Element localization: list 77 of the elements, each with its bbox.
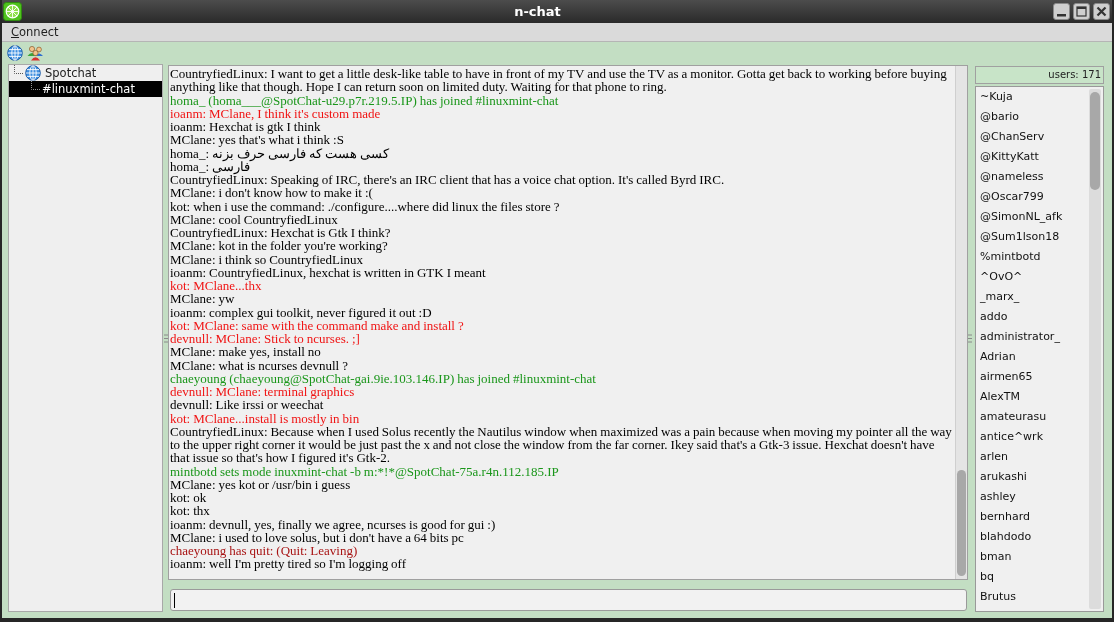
chat-message: devnull: Like irssi or weechat bbox=[170, 398, 324, 412]
user-list-item[interactable]: _marx_ bbox=[980, 287, 1020, 307]
chat-message: homa_ (homa___@SpotChat-u29.p7r.219.5.IP) has joined #linuxmint-chat bbox=[170, 93, 560, 107]
chat-message: kot: ok bbox=[170, 491, 208, 505]
chat-message: MClane: yes kot or /usr/bin i guess bbox=[170, 477, 352, 491]
user-list-item[interactable]: arukashi bbox=[980, 467, 1027, 487]
chat-message: kot: when i use the command: ./configure....where did linux the files store ? bbox=[170, 199, 561, 213]
user-list-item[interactable]: ^OvO^ bbox=[980, 267, 1023, 287]
user-list-item[interactable]: @ChanServ bbox=[980, 127, 1045, 147]
user-list-item[interactable]: bq bbox=[980, 567, 994, 587]
chat-message: mintbotd sets mode inuxmint-chat -b m:*!*@SpotChat-75a.r4n.112.185.IP bbox=[170, 464, 560, 478]
tree-item[interactable]: #linuxmint-chat bbox=[9, 81, 162, 97]
user-count-header: users: 171 bbox=[975, 66, 1104, 84]
menu-item[interactable]: Connect bbox=[9, 25, 61, 39]
globe-icon bbox=[25, 65, 41, 81]
user-list-item[interactable]: addo bbox=[980, 307, 1008, 327]
tree-item[interactable]: Spotchat bbox=[14, 65, 97, 81]
message-input-field[interactable] bbox=[170, 589, 967, 611]
chat-message: MClane: i think so CountryfiedLinux bbox=[170, 252, 364, 266]
chat-message: devnull: MClane: terminal graphics bbox=[170, 385, 355, 399]
chat-message: kot: MClane...install is mostly in bin bbox=[170, 411, 361, 425]
maximize-icon bbox=[1073, 3, 1090, 20]
user-list-item[interactable]: Brutus bbox=[980, 587, 1017, 607]
splitter-grip-icon[interactable] bbox=[968, 333, 972, 343]
user-list-item[interactable]: antice^wrk bbox=[980, 427, 1043, 447]
user-list-item[interactable]: airmen65 bbox=[980, 367, 1033, 387]
chat-message: MClane: what is ncurses devnull ? bbox=[170, 358, 349, 372]
chat-message: ioanm: well I'm pretty tired so I'm logging off bbox=[170, 557, 407, 571]
text-cursor-icon bbox=[174, 592, 175, 608]
scrollbar[interactable] bbox=[1089, 89, 1101, 609]
close-button[interactable] bbox=[1093, 3, 1110, 20]
user-list-item[interactable]: %mintbotd bbox=[980, 247, 1041, 267]
app-icon bbox=[3, 2, 22, 21]
user-list-item[interactable]: ashley bbox=[980, 487, 1016, 507]
user-list-item[interactable]: @KittyKatt bbox=[980, 147, 1039, 167]
splitter-grip-icon[interactable] bbox=[163, 333, 168, 343]
user-list-item[interactable]: Adrian bbox=[980, 347, 1016, 367]
window-title: n-chat bbox=[513, 4, 562, 19]
chat-message: MClane: make yes, install no bbox=[170, 345, 322, 359]
maximize-button[interactable] bbox=[1073, 3, 1090, 20]
user-list-item[interactable]: arlen bbox=[980, 447, 1009, 467]
chat-message: chaeyoung has quit: (Quit: Leaving) bbox=[170, 544, 359, 558]
chat-message: MClane: yes that's what i think :S bbox=[170, 133, 345, 147]
minimize-button[interactable] bbox=[1053, 3, 1070, 20]
chat-message: MClane: i don't know how to make it :( bbox=[170, 186, 374, 200]
minimize-icon bbox=[1053, 3, 1070, 20]
scrollbar[interactable] bbox=[955, 66, 967, 579]
chat-message: kot: thx bbox=[170, 504, 211, 518]
chat-message: MClane: yw bbox=[170, 292, 236, 306]
chat-message: ioanm: Hexchat is gtk I think bbox=[170, 120, 322, 134]
chat-message: MClane: cool CountryfiedLinux bbox=[170, 212, 338, 226]
chat-message: ioanm: complex gui toolkit, never figured it out :D bbox=[170, 305, 433, 319]
chat-message: CountryfiedLinux: Because when I used Solus recently the Nautilus window when maximized was a pain because when moving my pointer all the way to the upper right corner it would be just past the x and not close the window from the far corner. Ikey said that's a Gtk-3 issue. Hexchat doesn't have that issue so that's how I figured it's Gtk-2. bbox=[170, 424, 953, 465]
chat-message: homa_: کسی هست که فارسی حرف بزنه bbox=[170, 146, 390, 160]
close-icon bbox=[1093, 3, 1110, 20]
chat-message: CountryfiedLinux: I want to get a little desk-like table to have in front of my TV and use the TV as a monitor. Gotta get back to working before buying anything like that though. Hope I can return soon on limited duty. Waiting for that phone to ring. bbox=[170, 67, 948, 94]
user-list-item[interactable]: AlexTM bbox=[980, 387, 1020, 407]
chat-message: chaeyoung (chaeyoung@SpotChat-gai.9ie.103.146.IP) has joined #linuxmint-chat bbox=[170, 371, 597, 385]
chat-message: ioanm: devnull, yes, finally we agree, ncurses is good for gui :) bbox=[170, 517, 497, 531]
user-list-item[interactable]: amateurasu bbox=[980, 407, 1047, 427]
people-icon[interactable] bbox=[26, 45, 44, 61]
user-list-item[interactable]: bman bbox=[980, 547, 1012, 567]
user-list-item[interactable]: ~Kuja bbox=[980, 87, 1013, 107]
chat-message: devnull: MClane: Stick to ncurses. ;] bbox=[170, 332, 361, 346]
user-list-item[interactable]: @nameless bbox=[980, 167, 1044, 187]
user-list-item[interactable]: @Oscar799 bbox=[980, 187, 1044, 207]
user-list-item[interactable]: @SimonNL_afk bbox=[980, 207, 1063, 227]
chat-message: CountryfiedLinux: Hexchat is Gtk I think? bbox=[170, 226, 392, 240]
chat-message: MClane: kot in the folder you're working? bbox=[170, 239, 389, 253]
user-list-item[interactable]: @Sum1lson18 bbox=[980, 227, 1060, 247]
user-list-item[interactable]: blahdodo bbox=[980, 527, 1032, 547]
user-list-item[interactable]: administrator_ bbox=[980, 327, 1060, 347]
user-list-item[interactable]: bernhard bbox=[980, 507, 1031, 527]
chat-message: kot: MClane...thx bbox=[170, 279, 262, 293]
chat-message: CountryfiedLinux: Speaking of IRC, there's an IRC client that has a voice chat option. It's called Byrd IRC. bbox=[170, 173, 726, 187]
user-list-item[interactable]: @bario bbox=[980, 107, 1020, 127]
globe-icon[interactable] bbox=[7, 45, 23, 61]
